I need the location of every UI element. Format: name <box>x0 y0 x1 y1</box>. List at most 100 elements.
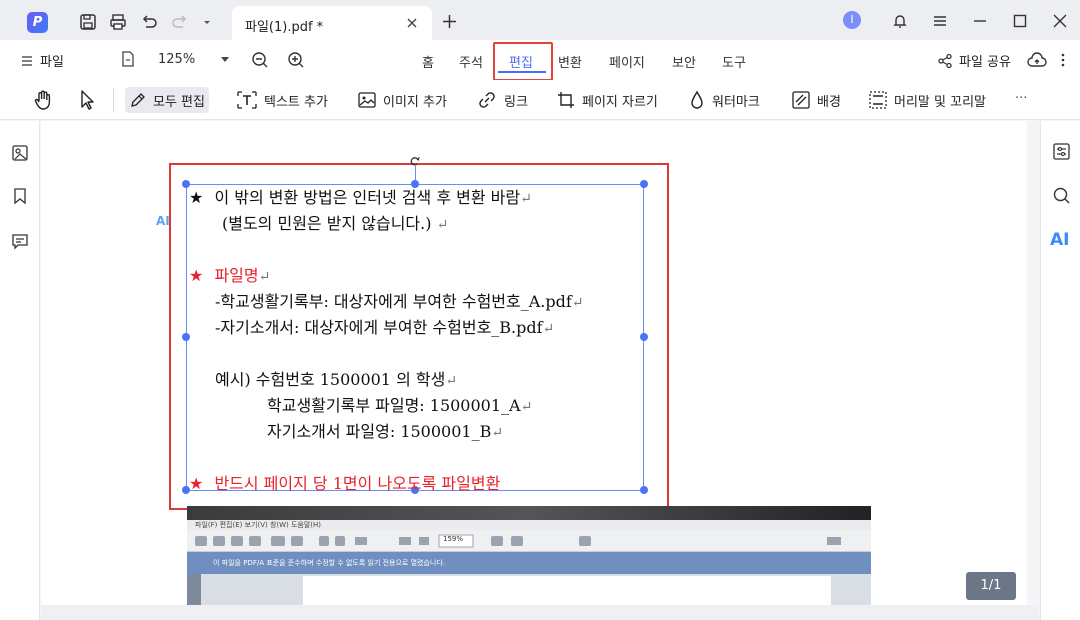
return-mark: ↵ <box>258 269 271 285</box>
cursor-arrow-icon <box>81 90 94 110</box>
add-text-button[interactable]: 텍스트 추가 <box>232 87 332 113</box>
embedded-sidebar <box>187 574 201 605</box>
resize-handle[interactable] <box>640 486 648 494</box>
tab-convert[interactable]: 변환 <box>558 52 582 71</box>
maximize-icon[interactable] <box>1012 13 1028 29</box>
rotate-handle-icon[interactable] <box>410 156 420 166</box>
star-bullet: ★ <box>189 474 204 493</box>
return-mark: ↵ <box>542 321 555 337</box>
text-box-icon <box>237 91 257 109</box>
text-line-6: 예시) 수험번호 1500001 의 학생↵ <box>215 366 457 390</box>
page-fit-icon <box>122 51 134 67</box>
tab-page[interactable]: 페이지 <box>609 52 645 71</box>
save-icon[interactable] <box>79 13 97 31</box>
zoom-out-icon[interactable] <box>251 51 269 69</box>
plus-icon[interactable] <box>442 14 457 29</box>
bookmark-icon[interactable] <box>11 187 29 205</box>
tab-home[interactable]: 홈 <box>422 52 434 71</box>
file-menu-label: 파일 <box>40 55 64 70</box>
close-icon[interactable] <box>406 17 418 29</box>
document-tab[interactable]: 파일(1).pdf * <box>232 6 432 40</box>
minimize-icon[interactable] <box>972 13 988 29</box>
share-label: 파일 공유 <box>959 55 1011 70</box>
line-text: 이 밖의 변환 방법은 인터넷 검색 후 변환 바람 <box>214 188 521 207</box>
zoom-value: 125% <box>158 51 196 67</box>
line-text: -학교생활기록부: 대상자에게 부여한 수험번호_A.pdf <box>215 292 572 311</box>
header-footer-button[interactable]: 머리말 및 꼬리말 <box>864 87 990 113</box>
cloud-upload-icon[interactable] <box>1027 52 1047 68</box>
embedded-screenshot-image[interactable]: 파일(F) 편집(E) 보기(V) 창(W) 도움말(H) 159% 이 파일을… <box>187 506 871 605</box>
resize-handle[interactable] <box>640 180 648 188</box>
edit-all-button[interactable]: 모두 편집 <box>125 87 209 113</box>
chevron-down-icon[interactable] <box>201 13 213 31</box>
text-line-7: 학교생활기록부 파일명: 1500001_A↵ <box>267 392 532 416</box>
star-bullet: ★ <box>189 266 204 285</box>
zoom-dropdown-icon[interactable] <box>221 57 229 63</box>
add-text-label: 텍스트 추가 <box>264 94 328 110</box>
close-window-icon[interactable] <box>1052 13 1068 29</box>
menu-bar: 파일 125% 홈 주석 편집 변환 페이지 보안 도구 파일 공유 <box>0 40 1080 81</box>
watermark-label: 워터마크 <box>712 94 760 110</box>
resize-handle[interactable] <box>182 333 190 341</box>
background-button[interactable]: 배경 <box>787 87 845 113</box>
zoom-in-icon[interactable] <box>287 51 305 69</box>
embedded-info-bar: 이 파일을 PDF/A 표준을 준수하며 수정할 수 없도록 읽기 전용으로 열… <box>187 552 871 574</box>
tab-tools[interactable]: 도구 <box>722 52 746 71</box>
text-line-5: -자기소개서: 대상자에게 부여한 수험번호_B.pdf↵ <box>215 314 554 338</box>
more-tools-button[interactable]: ··· <box>1015 91 1027 106</box>
comment-icon[interactable] <box>11 232 29 250</box>
properties-panel-icon[interactable] <box>1052 142 1071 161</box>
bell-icon[interactable] <box>892 13 908 29</box>
document-scroll-strip <box>41 605 1039 620</box>
share-file-button[interactable]: 파일 공유 <box>937 51 1011 70</box>
embedded-title-strip <box>187 506 871 520</box>
ai-assistant-badge[interactable]: AI <box>156 214 170 228</box>
edit-all-label: 모두 편집 <box>153 94 205 110</box>
more-vertical-icon[interactable] <box>1060 52 1066 68</box>
add-image-button[interactable]: 이미지 추가 <box>353 87 451 113</box>
embedded-toolbar: 159% <box>187 530 871 552</box>
redo-icon[interactable] <box>171 13 189 31</box>
star-bullet: ★ <box>189 188 204 207</box>
page-indicator: 1/1 <box>966 572 1016 600</box>
resize-handle[interactable] <box>640 333 648 341</box>
undo-icon[interactable] <box>140 13 158 31</box>
line-text: 학교생활기록부 파일명: 1500001_A <box>267 396 521 415</box>
tab-protect[interactable]: 보안 <box>672 52 696 71</box>
print-icon[interactable] <box>109 13 127 31</box>
title-bar: P 파일(1).pdf * I <box>0 0 1080 40</box>
zoom-select[interactable]: 125% <box>120 50 195 68</box>
avatar[interactable]: I <box>843 11 861 29</box>
watermark-button[interactable]: 워터마크 <box>684 87 764 113</box>
link-button[interactable]: 링크 <box>472 87 532 113</box>
line-text: 예시) 수험번호 1500001 의 학생 <box>215 370 446 389</box>
tab-title: 파일(1).pdf * <box>245 20 324 35</box>
crop-page-button[interactable]: 페이지 자르기 <box>552 87 662 113</box>
select-tool-button[interactable] <box>73 87 101 113</box>
menu-icon[interactable] <box>932 13 948 29</box>
line-text: -자기소개서: 대상자에게 부여한 수험번호_B.pdf <box>215 318 543 337</box>
return-mark: ↵ <box>520 191 532 207</box>
water-drop-icon <box>691 90 703 109</box>
crop-page-label: 페이지 자르기 <box>582 94 658 110</box>
image-icon <box>358 92 376 108</box>
crop-icon <box>558 92 574 108</box>
return-mark: ↵ <box>445 373 458 389</box>
file-menu-button[interactable]: 파일 <box>20 51 64 70</box>
hand-icon <box>34 90 51 110</box>
link-icon <box>479 92 495 108</box>
thumbnail-panel-icon[interactable] <box>11 144 29 162</box>
embedded-page <box>303 576 831 605</box>
hamburger-icon <box>22 55 32 66</box>
tab-comment[interactable]: 주석 <box>459 52 483 71</box>
line-text: 파일명 <box>214 266 259 285</box>
toolbar-divider <box>113 88 114 112</box>
tab-highlight-frame <box>493 42 553 81</box>
ai-sidebar-button[interactable]: AI <box>1050 230 1069 250</box>
header-footer-label: 머리말 및 꼬리말 <box>894 94 986 110</box>
text-line-2: (별도의 민원은 받지 않습니다.) ↵ <box>222 210 448 234</box>
app-logo: P <box>27 12 48 33</box>
search-icon[interactable] <box>1052 186 1071 205</box>
hand-tool-button[interactable] <box>28 87 58 113</box>
link-label: 링크 <box>504 94 528 110</box>
